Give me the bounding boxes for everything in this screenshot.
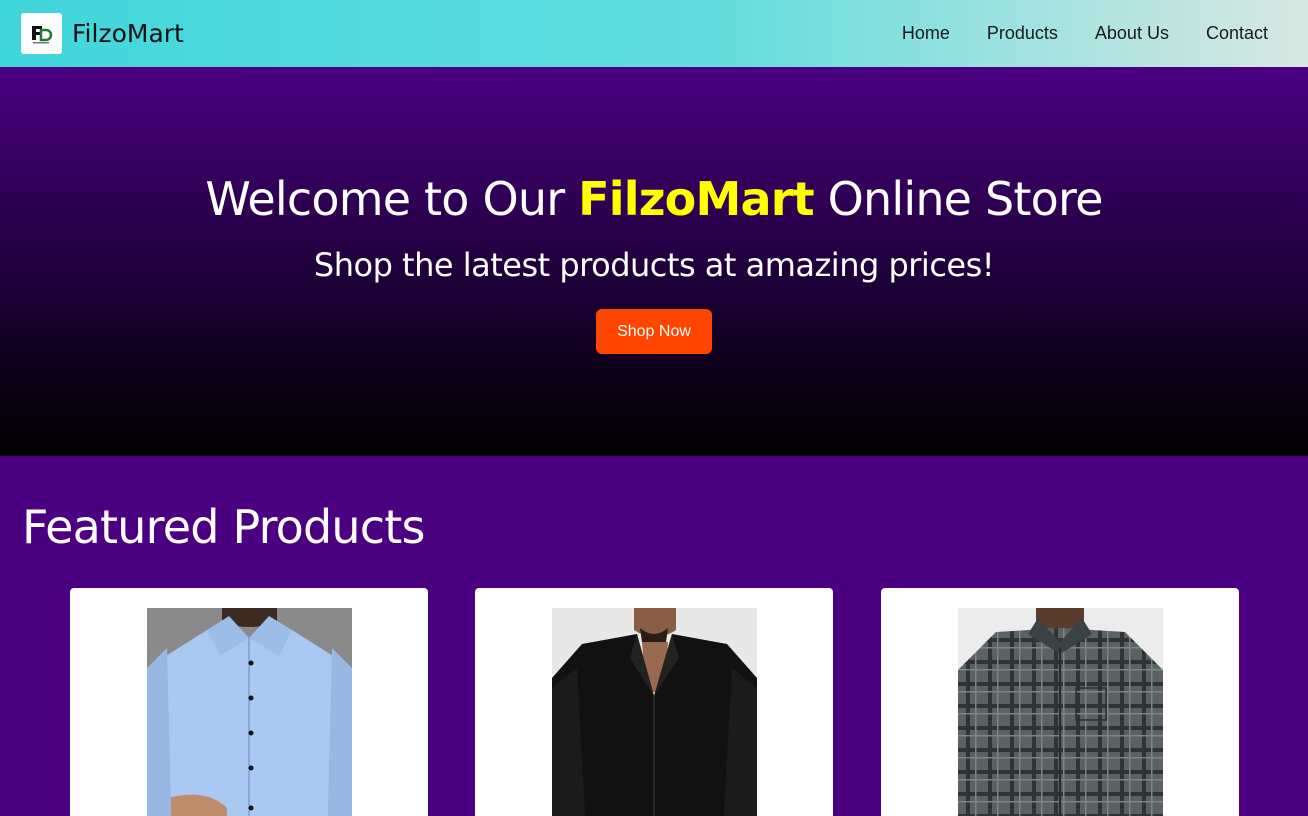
nav-link-contact[interactable]: Contact xyxy=(1206,23,1268,44)
product-image-grey-checked-shirt[interactable] xyxy=(958,608,1163,816)
nav-link-products[interactable]: Products xyxy=(987,23,1058,44)
product-card[interactable] xyxy=(70,588,428,816)
brand[interactable]: FilzoMart xyxy=(21,13,184,54)
product-image-light-blue-shirt[interactable] xyxy=(147,608,352,816)
featured-products-title: Featured Products xyxy=(22,500,425,554)
product-card[interactable] xyxy=(881,588,1239,816)
nav-link-home[interactable]: Home xyxy=(902,23,950,44)
hero-title-suffix: Online Store xyxy=(813,172,1104,226)
shop-now-button[interactable]: Shop Now xyxy=(596,309,712,354)
nav-links: Home Products About Us Contact xyxy=(865,23,1268,44)
hero-title: Welcome to Our FilzoMart Online Store xyxy=(0,172,1308,226)
brand-name: FilzoMart xyxy=(72,19,184,48)
hero-subtitle: Shop the latest products at amazing pric… xyxy=(313,246,995,284)
product-card[interactable] xyxy=(475,588,833,816)
navbar: FilzoMart Home Products About Us Contact xyxy=(0,0,1308,67)
logo-icon xyxy=(21,13,62,54)
featured-products-section: Featured Products xyxy=(0,456,1308,816)
hero-title-brand: FilzoMart xyxy=(578,172,814,226)
hero-section: Welcome to Our FilzoMart Online Store Sh… xyxy=(0,67,1308,456)
product-image-black-shirt[interactable] xyxy=(552,608,757,816)
nav-link-about-us[interactable]: About Us xyxy=(1095,23,1169,44)
hero-title-prefix: Welcome to Our xyxy=(205,172,579,226)
